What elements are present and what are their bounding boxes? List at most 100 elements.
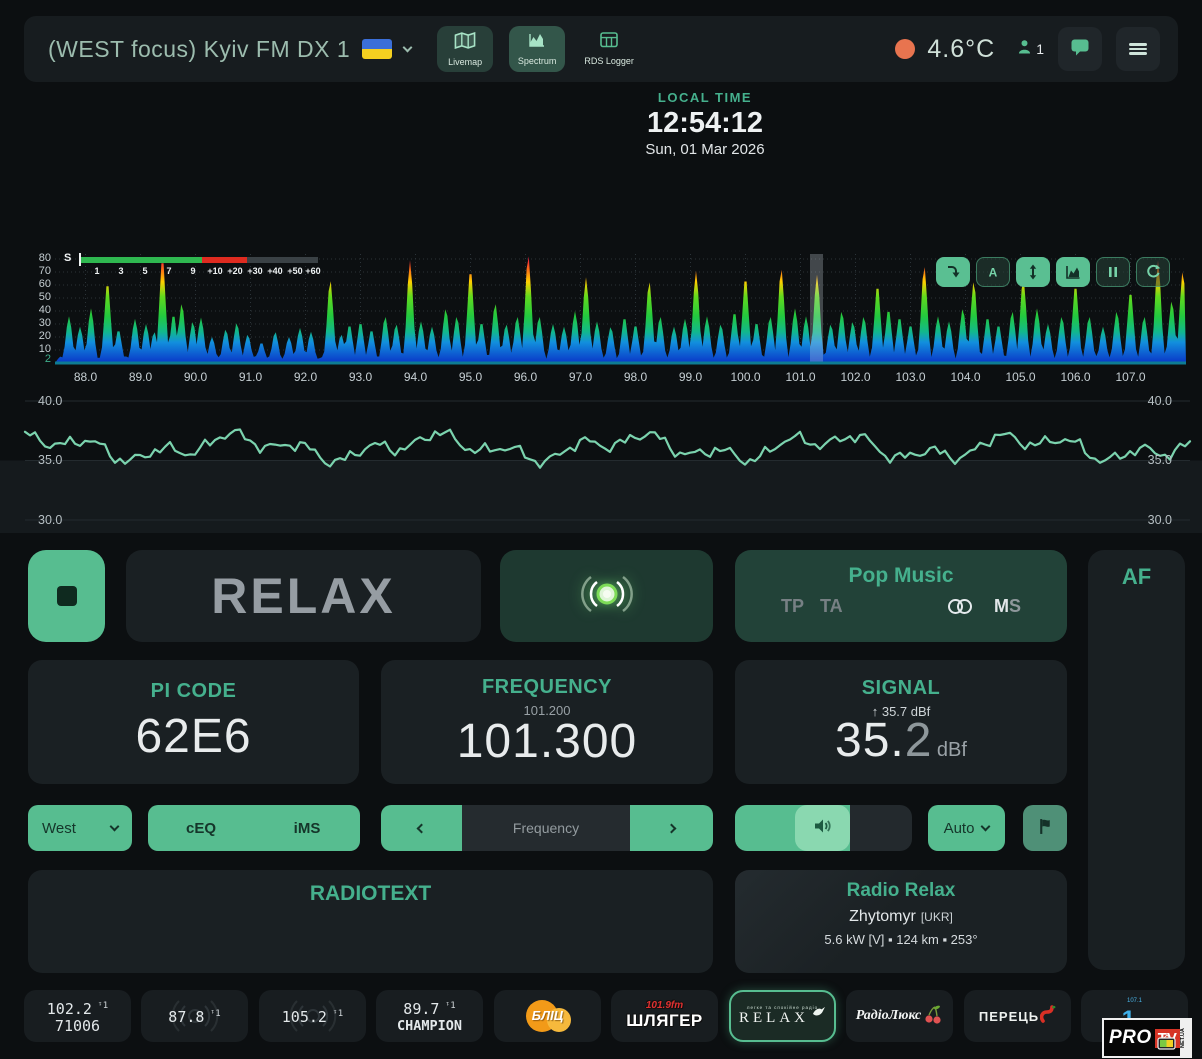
- letter-a-icon[interactable]: A: [976, 257, 1010, 287]
- shlyager-freq-label: 101.9fm: [646, 1001, 683, 1011]
- spectrum-x-tick: 96.0: [502, 370, 550, 384]
- radiotext-label: RADIOTEXT: [310, 882, 431, 906]
- frequency-panel: FREQUENCY 101.200 101.300: [381, 660, 713, 784]
- frequency-value: 101.300: [457, 714, 638, 769]
- stereo-beacon-icon: [575, 572, 639, 621]
- pi-code-label: PI CODE: [151, 680, 237, 703]
- refresh-mode-value: Auto: [944, 820, 975, 837]
- protv-pro: PRO: [1109, 1027, 1152, 1049]
- nav-livemap-button[interactable]: Livemap: [437, 26, 493, 72]
- chevron-down-icon[interactable]: [403, 42, 413, 52]
- af-label: AF: [1122, 564, 1151, 590]
- cherries-icon: [923, 1003, 943, 1030]
- preset-station[interactable]: 89.7 ᵎ1 CHAMPION: [376, 990, 483, 1042]
- nav-spectrum-button[interactable]: Spectrum: [509, 26, 565, 72]
- signal-unit: dBf: [937, 739, 967, 761]
- af-list-panel: AF: [1088, 550, 1185, 970]
- preset-station[interactable]: 105.2 ᵎ1: [259, 990, 366, 1042]
- map-icon: [454, 32, 476, 54]
- listener-count: 1: [1036, 41, 1044, 57]
- volume-thumb[interactable]: [795, 805, 850, 851]
- spectrum-chart-icon: [527, 32, 547, 53]
- volume-slider[interactable]: [735, 805, 912, 851]
- history-y-tick-right: 40.0: [1132, 394, 1172, 408]
- history-y-tick-left: 30.0: [38, 513, 62, 527]
- pi-code-value: 62E6: [135, 709, 251, 764]
- history-y-tick-left: 35.0: [38, 453, 62, 467]
- preset-station-relax[interactable]: легке та спокійне радіо RELAX: [729, 990, 836, 1042]
- server-title[interactable]: (WEST focus) Kyiv FM DX 1: [48, 36, 350, 63]
- spectrum-y-tick: 20: [24, 330, 51, 342]
- tx-info-panel: Radio Relax Zhytomyr [UKR] 5.6 kW [V] ▪ …: [735, 870, 1067, 973]
- pty-label: Pop Music: [848, 564, 953, 588]
- chat-button[interactable]: [1058, 27, 1102, 71]
- spectrum-y-tick: 70: [24, 265, 51, 277]
- spectrum-y-tick: 30: [24, 317, 51, 329]
- preset-station-perets[interactable]: ПЕРЕЦЬ: [964, 990, 1071, 1042]
- history-y-tick-right: 35.0: [1132, 453, 1172, 467]
- signal-panel: SIGNAL ↑ 35.7 dBf 35.2 dBf: [735, 660, 1067, 784]
- temperature-value: 4.6°C: [927, 35, 995, 64]
- hummingbird-icon: [812, 1005, 826, 1023]
- refresh-mode-select[interactable]: Auto: [928, 805, 1005, 851]
- frequency-input[interactable]: [462, 805, 630, 851]
- tune-down-button[interactable]: [381, 805, 462, 851]
- s-meter: S13579+10+20+30+40+50+60: [64, 251, 324, 279]
- app-root: (WEST focus) Kyiv FM DX 1 Livemap Spectr…: [0, 0, 1202, 1059]
- pause-icon[interactable]: [1096, 257, 1130, 287]
- chat-bubble-icon: [1070, 38, 1090, 61]
- flag-button[interactable]: [1023, 805, 1067, 851]
- local-time-label: LOCAL TIME: [480, 90, 930, 105]
- s-meter-bar-red: [202, 257, 247, 263]
- vertical-zoom-icon[interactable]: [1016, 257, 1050, 287]
- antenna-select[interactable]: West: [28, 805, 132, 851]
- spectrum-y-tick: 80: [24, 252, 51, 264]
- menu-button[interactable]: [1116, 27, 1160, 71]
- ims-toggle[interactable]: iMS: [254, 820, 360, 837]
- spectrum-x-tick: 97.0: [557, 370, 605, 384]
- signal-decimal: 2: [905, 714, 933, 767]
- spectrum-x-tick: 88.0: [62, 370, 110, 384]
- spectrum-x-tick: 95.0: [447, 370, 495, 384]
- tune-up-button[interactable]: [630, 805, 713, 851]
- chevron-down-icon: [981, 821, 991, 831]
- preset-station-blits[interactable]: БЛІЦ: [494, 990, 601, 1042]
- area-graph-icon[interactable]: [1056, 257, 1090, 287]
- signal-history-graph: [0, 388, 1202, 533]
- refresh-icon[interactable]: [1136, 257, 1170, 287]
- preset-station-shlyager[interactable]: 101.9fm ШЛЯГЕР: [611, 990, 718, 1042]
- stop-playback-button[interactable]: [28, 550, 105, 642]
- tx-city: Zhytomyr: [849, 908, 916, 926]
- spectrum-x-tick: 94.0: [392, 370, 440, 384]
- chevron-left-icon: [417, 823, 427, 833]
- ceq-toggle[interactable]: cEQ: [148, 820, 254, 837]
- spectrum-y-tick: 50: [24, 291, 51, 303]
- local-time-block: LOCAL TIME 12:54:12 Sun, 01 Mar 2026: [480, 90, 930, 158]
- s-meter-tick: +60: [301, 266, 325, 276]
- spectrum-x-tick: 101.0: [777, 370, 825, 384]
- spectrum-x-tick: 103.0: [887, 370, 935, 384]
- tp-flag: TP: [781, 596, 804, 617]
- blits-logo: БЛІЦ: [522, 997, 574, 1035]
- preset-station-radio-lux[interactable]: РадіоЛюкс: [846, 990, 953, 1042]
- history-y-tick-left: 40.0: [38, 394, 62, 408]
- spectrum-x-tick: 105.0: [997, 370, 1045, 384]
- antenna-icon: ᵎ1: [92, 1001, 108, 1011]
- s-meter-label: S: [64, 252, 71, 264]
- pull-down-arrow-icon[interactable]: [936, 257, 970, 287]
- stereo-circles-icon: [948, 599, 972, 614]
- nav-rds-logger-button[interactable]: RDS Logger: [581, 26, 637, 72]
- s-meter-bar-rest: [247, 257, 318, 263]
- pi-code-panel: PI CODE 62E6: [28, 660, 359, 784]
- preset-station[interactable]: 87.8 ᵎ1: [141, 990, 248, 1042]
- signal-label: SIGNAL: [862, 677, 941, 700]
- preset-station[interactable]: 102.2 ᵎ1 71006: [24, 990, 131, 1042]
- s-meter-tick: 3: [109, 266, 133, 276]
- listeners-indicator: 1: [1017, 39, 1044, 59]
- speaker-icon: [813, 818, 833, 839]
- user-icon: [1017, 39, 1032, 59]
- chevron-down-icon: [110, 821, 120, 831]
- spectrum-x-tick: 106.0: [1052, 370, 1100, 384]
- history-y-tick-right: 30.0: [1132, 513, 1172, 527]
- protv-net: NET.UA: [1180, 1020, 1190, 1056]
